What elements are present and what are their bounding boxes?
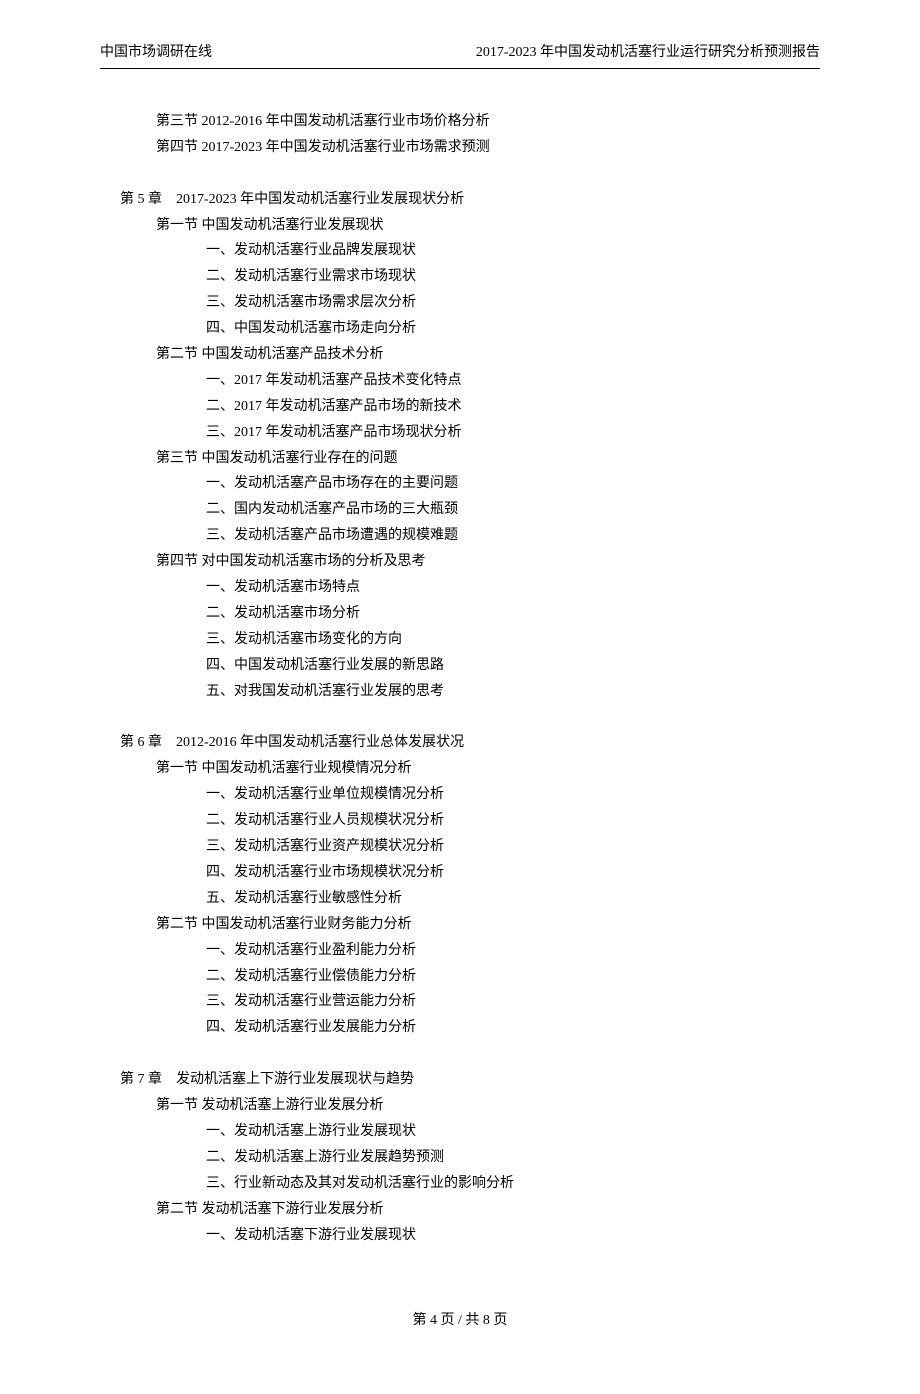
header-left: 中国市场调研在线 xyxy=(100,40,212,66)
toc-item: 三、2017 年发动机活塞产品市场现状分析 xyxy=(120,420,820,446)
toc-item: 二、发动机活塞上游行业发展趋势预测 xyxy=(120,1145,820,1171)
header-right: 2017-2023 年中国发动机活塞行业运行研究分析预测报告 xyxy=(476,40,820,66)
toc-item: 三、发动机活塞行业资产规模状况分析 xyxy=(120,834,820,860)
toc-item: 三、行业新动态及其对发动机活塞行业的影响分析 xyxy=(120,1171,820,1197)
section-title: 第二节 中国发动机活塞产品技术分析 xyxy=(120,342,820,368)
section-title: 第二节 发动机活塞下游行业发展分析 xyxy=(120,1197,820,1223)
toc-item: 四、发动机活塞行业市场规模状况分析 xyxy=(120,860,820,886)
section-title: 第三节 中国发动机活塞行业存在的问题 xyxy=(120,446,820,472)
section-title: 第四节 对中国发动机活塞市场的分析及思考 xyxy=(120,549,820,575)
toc-item: 四、中国发动机活塞市场走向分析 xyxy=(120,316,820,342)
page-header: 中国市场调研在线 2017-2023 年中国发动机活塞行业运行研究分析预测报告 xyxy=(100,40,820,69)
document-body: 第三节 2012-2016 年中国发动机活塞行业市场价格分析 第四节 2017-… xyxy=(100,109,820,1249)
section-title: 第一节 发动机活塞上游行业发展分析 xyxy=(120,1093,820,1119)
section-title: 第一节 中国发动机活塞行业发展现状 xyxy=(120,213,820,239)
section-title: 第二节 中国发动机活塞行业财务能力分析 xyxy=(120,912,820,938)
toc-item: 三、发动机活塞产品市场遭遇的规模难题 xyxy=(120,523,820,549)
toc-section: 第三节 2012-2016 年中国发动机活塞行业市场价格分析 xyxy=(120,109,820,135)
toc-item: 一、发动机活塞行业单位规模情况分析 xyxy=(120,782,820,808)
toc-item: 二、2017 年发动机活塞产品市场的新技术 xyxy=(120,394,820,420)
toc-item: 一、发动机活塞下游行业发展现状 xyxy=(120,1223,820,1249)
toc-item: 四、中国发动机活塞行业发展的新思路 xyxy=(120,653,820,679)
toc-item: 五、发动机活塞行业敏感性分析 xyxy=(120,886,820,912)
toc-item: 一、发动机活塞上游行业发展现状 xyxy=(120,1119,820,1145)
toc-item: 三、发动机活塞市场变化的方向 xyxy=(120,627,820,653)
toc-item: 五、对我国发动机活塞行业发展的思考 xyxy=(120,679,820,705)
toc-item: 二、国内发动机活塞产品市场的三大瓶颈 xyxy=(120,497,820,523)
toc-item: 二、发动机活塞行业人员规模状况分析 xyxy=(120,808,820,834)
chapter-title: 第 6 章 2012-2016 年中国发动机活塞行业总体发展状况 xyxy=(120,730,820,756)
chapter-title: 第 5 章 2017-2023 年中国发动机活塞行业发展现状分析 xyxy=(120,187,820,213)
toc-item: 二、发动机活塞行业需求市场现状 xyxy=(120,264,820,290)
toc-item: 二、发动机活塞行业偿债能力分析 xyxy=(120,964,820,990)
toc-item: 一、发动机活塞行业品牌发展现状 xyxy=(120,238,820,264)
toc-item: 四、发动机活塞行业发展能力分析 xyxy=(120,1015,820,1041)
chapter-block: 第 7 章 发动机活塞上下游行业发展现状与趋势 第一节 发动机活塞上游行业发展分… xyxy=(120,1067,820,1248)
toc-section: 第四节 2017-2023 年中国发动机活塞行业市场需求预测 xyxy=(120,135,820,161)
toc-item: 一、发动机活塞市场特点 xyxy=(120,575,820,601)
page-footer: 第 4 页 / 共 8 页 xyxy=(100,1308,820,1334)
chapter-title: 第 7 章 发动机活塞上下游行业发展现状与趋势 xyxy=(120,1067,820,1093)
toc-item: 一、发动机活塞行业盈利能力分析 xyxy=(120,938,820,964)
toc-item: 三、发动机活塞市场需求层次分析 xyxy=(120,290,820,316)
prelude-group: 第三节 2012-2016 年中国发动机活塞行业市场价格分析 第四节 2017-… xyxy=(120,109,820,161)
toc-item: 二、发动机活塞市场分析 xyxy=(120,601,820,627)
toc-item: 三、发动机活塞行业营运能力分析 xyxy=(120,989,820,1015)
toc-item: 一、发动机活塞产品市场存在的主要问题 xyxy=(120,471,820,497)
chapter-block: 第 6 章 2012-2016 年中国发动机活塞行业总体发展状况 第一节 中国发… xyxy=(120,730,820,1041)
section-title: 第一节 中国发动机活塞行业规模情况分析 xyxy=(120,756,820,782)
chapter-block: 第 5 章 2017-2023 年中国发动机活塞行业发展现状分析 第一节 中国发… xyxy=(120,187,820,705)
toc-item: 一、2017 年发动机活塞产品技术变化特点 xyxy=(120,368,820,394)
